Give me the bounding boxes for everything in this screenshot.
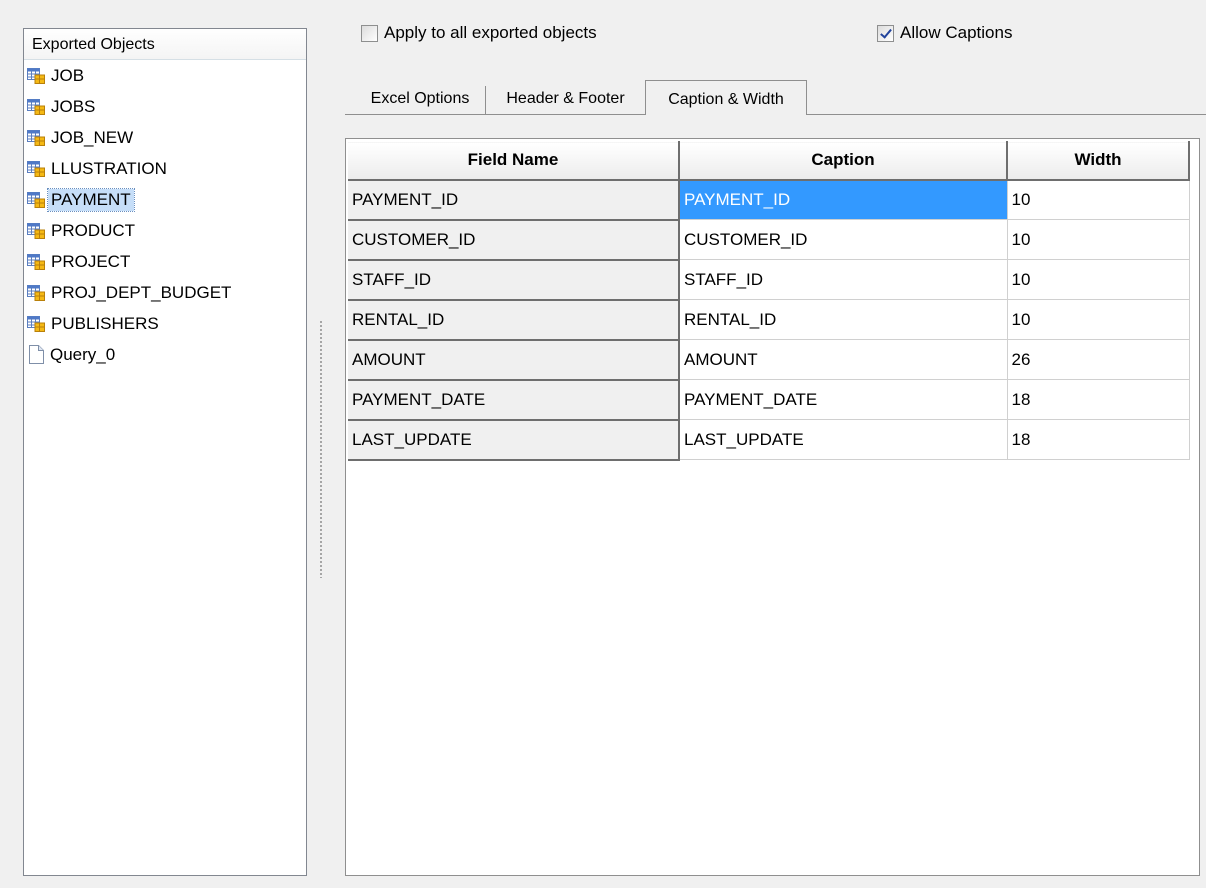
field-name-cell: STAFF_ID [348,259,680,301]
allow-captions-checkbox-box[interactable] [877,24,894,42]
fields-grid: Field Name Caption Width PAYMENT_ID PAYM… [348,141,1190,461]
exported-objects-list: JOB JOBS JOB_NEW LLUSTRATION PAYMENT PRO… [24,60,306,370]
query-icon [28,345,44,364]
table-icon [27,191,45,208]
caption-cell[interactable]: STAFF_ID [679,259,1008,300]
exported-objects-panel: Exported Objects JOB JOBS JOB_NEW LLUSTR… [23,28,307,876]
table-row: AMOUNT AMOUNT 26 [348,339,1190,381]
caption-cell[interactable]: PAYMENT_DATE [679,379,1008,420]
table-icon [27,253,45,270]
list-item[interactable]: JOB [24,60,306,91]
table-icon [27,315,45,332]
list-item-label: JOB_NEW [51,127,134,147]
caption-cell[interactable]: PAYMENT_ID [679,179,1008,220]
column-header-field-name[interactable]: Field Name [348,141,680,181]
options-tabs: Excel Options Header & Footer Caption & … [345,76,1206,115]
caption-cell[interactable]: AMOUNT [679,339,1008,380]
list-item[interactable]: PROJ_DEPT_BUDGET [24,277,306,308]
tab-caption-width[interactable]: Caption & Width [645,80,807,115]
table-icon [27,67,45,84]
tab-excel-options[interactable]: Excel Options [355,86,485,114]
field-name-cell: AMOUNT [348,339,680,381]
table-icon [27,160,45,177]
caption-cell[interactable]: CUSTOMER_ID [679,219,1008,260]
width-cell[interactable]: 10 [1007,179,1190,220]
table-row: CUSTOMER_ID CUSTOMER_ID 10 [348,219,1190,261]
grid-header-row: Field Name Caption Width [348,141,1190,181]
allow-captions-label: Allow Captions [900,23,1013,42]
list-item-label: JOBS [51,96,96,116]
table-icon [27,129,45,146]
list-item-label: PROJ_DEPT_BUDGET [51,282,232,302]
table-row: LAST_UPDATE LAST_UPDATE 18 [348,419,1190,461]
table-icon [27,284,45,301]
column-header-caption[interactable]: Caption [679,141,1008,181]
list-item[interactable]: LLUSTRATION [24,153,306,184]
table-icon [27,222,45,239]
column-header-width[interactable]: Width [1007,141,1190,181]
field-name-cell: CUSTOMER_ID [348,219,680,261]
field-name-cell: RENTAL_ID [348,299,680,341]
list-item-label: PROJECT [51,251,131,271]
list-item[interactable]: JOB_NEW [24,122,306,153]
caption-cell[interactable]: LAST_UPDATE [679,419,1008,460]
list-item[interactable]: PUBLISHERS [24,308,306,339]
tab-header-footer[interactable]: Header & Footer [485,86,645,114]
width-cell[interactable]: 10 [1007,219,1190,260]
apply-to-all-label: Apply to all exported objects [384,23,597,42]
list-item-label: PUBLISHERS [51,313,159,333]
list-item[interactable]: PRODUCT [24,215,306,246]
field-name-cell: LAST_UPDATE [348,419,680,461]
exported-objects-header: Exported Objects [24,29,306,60]
width-cell[interactable]: 26 [1007,339,1190,380]
table-row: STAFF_ID STAFF_ID 10 [348,259,1190,301]
table-row: RENTAL_ID RENTAL_ID 10 [348,299,1190,341]
width-cell[interactable]: 10 [1007,259,1190,300]
list-item-selected[interactable]: PAYMENT [24,184,306,215]
fields-grid-frame: Field Name Caption Width PAYMENT_ID PAYM… [345,138,1200,876]
list-item-label: Query_0 [50,344,116,364]
field-name-cell: PAYMENT_ID [348,179,680,221]
list-item[interactable]: Query_0 [24,339,306,370]
list-item-label: LLUSTRATION [51,158,167,178]
width-cell[interactable]: 10 [1007,299,1190,340]
apply-to-all-checkbox-box[interactable] [361,24,378,42]
apply-to-all-checkbox[interactable]: Apply to all exported objects [361,22,597,44]
table-icon [27,98,45,115]
field-name-cell: PAYMENT_DATE [348,379,680,421]
list-item[interactable]: JOBS [24,91,306,122]
list-item-label: PAYMENT [47,187,135,212]
splitter-grip[interactable] [319,320,323,578]
list-item-label: PRODUCT [51,220,136,240]
caption-cell[interactable]: RENTAL_ID [679,299,1008,340]
table-row: PAYMENT_DATE PAYMENT_DATE 18 [348,379,1190,421]
width-cell[interactable]: 18 [1007,379,1190,420]
width-cell[interactable]: 18 [1007,419,1190,460]
table-row: PAYMENT_ID PAYMENT_ID 10 [348,179,1190,221]
list-item-label: JOB [51,65,85,85]
list-item[interactable]: PROJECT [24,246,306,277]
allow-captions-checkbox[interactable]: Allow Captions [877,22,1012,44]
